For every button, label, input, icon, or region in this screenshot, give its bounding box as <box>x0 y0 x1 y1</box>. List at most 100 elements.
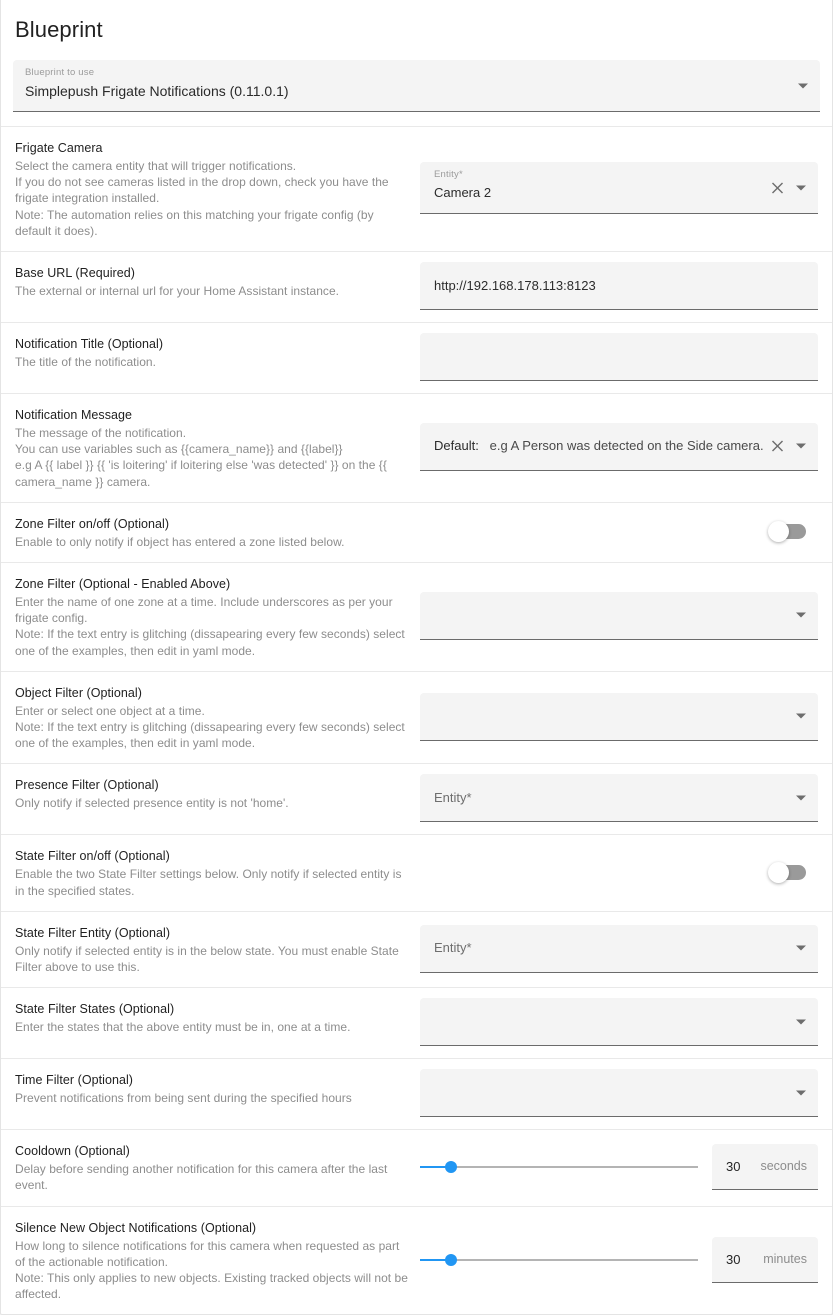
field-object-filter-optional[interactable] <box>420 692 818 741</box>
row-description-notification-title-optional: Notification Title (Optional) The title o… <box>15 333 419 370</box>
slider-thumb[interactable] <box>444 1253 457 1266</box>
number-input-silence-new-object-notifications-optional[interactable]: 30 minutes <box>712 1236 818 1283</box>
row-control-zone-filter-optional-enabled-above <box>419 591 818 640</box>
row-title: Cooldown (Optional) <box>15 1144 130 1159</box>
text-input-value[interactable]: http://192.168.178.113:8123 <box>434 277 596 295</box>
field-notification-title-optional[interactable] <box>420 333 818 382</box>
row-description-text: The message of the notification. You can … <box>15 426 387 489</box>
row-description-text: Enable to only notify if object has ente… <box>15 534 345 549</box>
field-base-url-required[interactable]: http://192.168.178.113:8123 <box>420 262 818 311</box>
row-description-state-filter-states-optional: State Filter States (Optional) Enter the … <box>15 998 419 1035</box>
row-control-base-url-required: http://192.168.178.113:8123 <box>419 262 818 311</box>
field-float-label: Entity* <box>434 169 463 180</box>
input-row-state-filter-on-off-optional: State Filter on/off (Optional) Enable the… <box>1 834 832 910</box>
field-value: Camera 2 <box>434 185 492 200</box>
input-row-silence-new-object-notifications-optional: Silence New Object Notifications (Option… <box>1 1205 832 1315</box>
row-description-text: The title of the notification. <box>15 355 156 370</box>
chevron-down-icon[interactable] <box>796 612 806 618</box>
slider-group-silence-new-object-notifications-optional: 30 minutes <box>420 1236 818 1283</box>
blueprint-select-label: Blueprint to use <box>25 67 95 78</box>
number-value: 30 <box>726 1251 741 1267</box>
row-description-text: Enter the states that the above entity m… <box>15 1020 351 1035</box>
row-title: State Filter on/off (Optional) <box>15 849 170 864</box>
select-placeholder: Entity* <box>434 789 472 805</box>
row-control-presence-filter-optional: Entity* <box>419 774 818 823</box>
chevron-down-icon[interactable] <box>796 713 806 719</box>
row-control-notification-message: Default: e.g A Person was detected on th… <box>419 422 818 471</box>
field-state-filter-entity-optional[interactable]: Entity* <box>420 924 818 973</box>
input-row-zone-filter-on-off-optional: Zone Filter on/off (Optional) Enable to o… <box>1 501 832 562</box>
row-control-time-filter-optional <box>419 1069 818 1118</box>
toggle-thumb <box>768 861 789 883</box>
field-default-value: e.g A Person was detected on the Side ca… <box>489 438 764 454</box>
chevron-down-icon[interactable] <box>796 443 806 449</box>
row-description-notification-message: Notification Message The message of the n… <box>15 404 419 490</box>
input-row-state-filter-states-optional: State Filter States (Optional) Enter the … <box>1 987 832 1058</box>
row-description-state-filter-entity-optional: State Filter Entity (Optional) Only notif… <box>15 922 419 975</box>
row-title: Base URL (Required) <box>15 266 135 281</box>
slider-cooldown-optional[interactable] <box>420 1157 698 1177</box>
card-header: Blueprint <box>1 0 832 44</box>
row-title: Time Filter (Optional) <box>15 1073 134 1088</box>
row-description-zone-filter-on-off-optional: Zone Filter on/off (Optional) Enable to o… <box>15 513 419 550</box>
number-input-cooldown-optional[interactable]: 30 seconds <box>712 1143 818 1190</box>
row-control-state-filter-entity-optional: Entity* <box>419 924 818 973</box>
row-title: Notification Title (Optional) <box>15 337 164 352</box>
blueprint-input-rows: Frigate Camera Select the camera entity t… <box>1 126 832 1314</box>
field-presence-filter-optional[interactable]: Entity* <box>420 774 818 823</box>
field-frigate-camera[interactable]: Entity* Camera 2 <box>420 162 818 214</box>
row-control-frigate-camera: Entity* Camera 2 <box>419 162 818 214</box>
row-description-object-filter-optional: Object Filter (Optional) Enter or select … <box>15 682 419 752</box>
chevron-down-icon[interactable] <box>796 1019 806 1025</box>
row-title: Notification Message <box>15 408 133 423</box>
field-zone-filter-optional-enabled-above[interactable] <box>420 591 818 640</box>
row-title: Frigate Camera <box>15 141 103 155</box>
slider-group-cooldown-optional: 30 seconds <box>420 1143 818 1190</box>
chevron-down-icon[interactable] <box>796 795 806 801</box>
row-description-text: Select the camera entity that will trigg… <box>15 159 389 238</box>
page-title: Blueprint <box>15 17 103 42</box>
row-description-frigate-camera: Frigate Camera Select the camera entity t… <box>15 137 419 239</box>
row-description-presence-filter-optional: Presence Filter (Optional) Only notify if… <box>15 774 419 811</box>
row-control-notification-title-optional <box>419 333 818 382</box>
clear-icon[interactable] <box>771 440 784 453</box>
slider-thumb[interactable] <box>444 1160 457 1173</box>
row-control-object-filter-optional <box>419 692 818 741</box>
row-control-state-filter-on-off-optional <box>419 855 818 889</box>
slider-track <box>420 1258 698 1261</box>
row-description-text: Prevent notifications from being sent du… <box>15 1091 352 1106</box>
row-control-state-filter-states-optional <box>419 998 818 1047</box>
slider-track <box>420 1165 698 1168</box>
toggle-thumb <box>768 520 789 542</box>
field-state-filter-states-optional[interactable] <box>420 998 818 1047</box>
field-time-filter-optional[interactable] <box>420 1069 818 1118</box>
row-description-base-url-required: Base URL (Required) The external or inter… <box>15 262 419 299</box>
chevron-down-icon[interactable] <box>796 185 806 190</box>
row-title: State Filter Entity (Optional) <box>15 925 171 940</box>
field-notification-message[interactable]: Default: e.g A Person was detected on th… <box>420 422 818 471</box>
input-row-base-url-required: Base URL (Required) The external or inter… <box>1 251 832 322</box>
row-description-text: Enter or select one object at a time. Not… <box>15 703 405 751</box>
row-control-cooldown-optional: 30 seconds <box>419 1143 818 1190</box>
input-row-frigate-camera: Frigate Camera Select the camera entity t… <box>1 126 832 251</box>
input-row-notification-title-optional: Notification Title (Optional) The title o… <box>1 322 832 393</box>
chevron-down-icon[interactable] <box>798 83 808 88</box>
toggle-switch-zone-filter-on-off-optional[interactable] <box>768 520 806 542</box>
chevron-down-icon[interactable] <box>796 945 806 951</box>
blueprint-select[interactable]: Blueprint to use Simplepush Frigate Noti… <box>13 60 820 112</box>
row-description-text: Only notify if selected presence entity … <box>15 796 289 811</box>
row-description-text: Only notify if selected entity is in the… <box>15 943 399 975</box>
chevron-down-icon[interactable] <box>796 1090 806 1096</box>
select-placeholder: Entity* <box>434 940 472 956</box>
row-description-text: Delay before sending another notificatio… <box>15 1162 388 1193</box>
row-description-text: Enable the two State Filter settings bel… <box>15 867 402 898</box>
row-description-silence-new-object-notifications-optional: Silence New Object Notifications (Option… <box>15 1217 419 1303</box>
input-row-object-filter-optional: Object Filter (Optional) Enter or select … <box>1 670 832 764</box>
input-row-state-filter-entity-optional: State Filter Entity (Optional) Only notif… <box>1 910 832 987</box>
slider-silence-new-object-notifications-optional[interactable] <box>420 1250 698 1270</box>
clear-icon[interactable] <box>771 181 784 194</box>
input-row-notification-message: Notification Message The message of the n… <box>1 393 832 502</box>
toggle-switch-state-filter-on-off-optional[interactable] <box>768 861 806 883</box>
blueprint-select-container: Blueprint to use Simplepush Frigate Noti… <box>1 44 832 126</box>
row-control-zone-filter-on-off-optional <box>419 514 818 548</box>
